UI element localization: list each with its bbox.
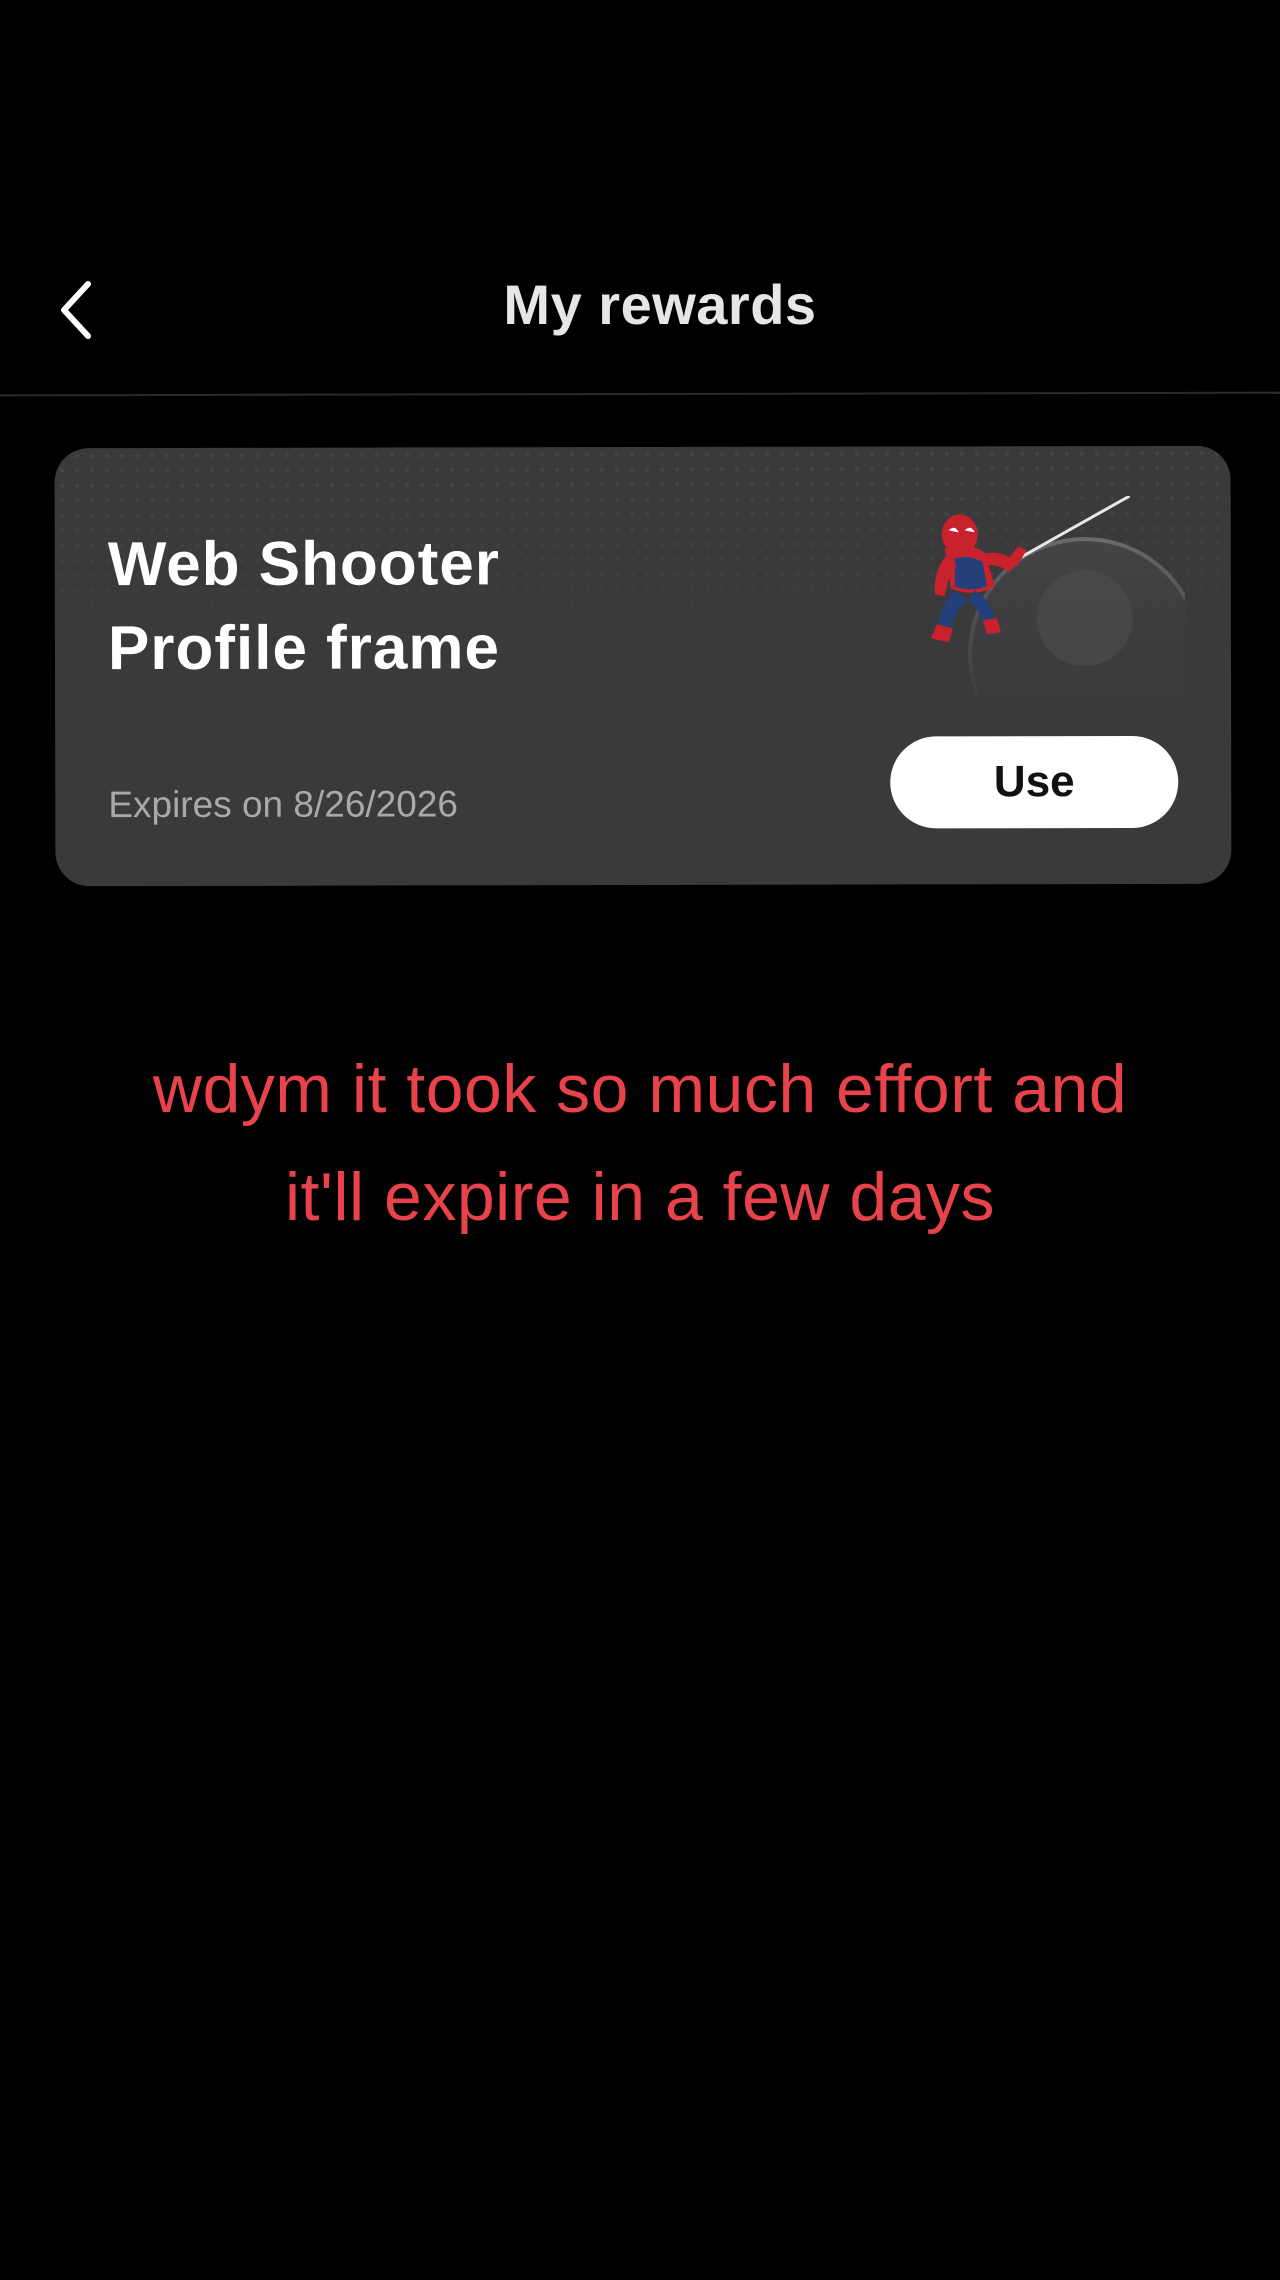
- expiry-date: Expires on 8/26/2026: [108, 783, 459, 826]
- reward-card: Web Shooter Profile frame Expires on 8/2…: [54, 445, 1232, 887]
- top-bar: My rewards: [0, 230, 1280, 380]
- use-button[interactable]: Use: [890, 735, 1179, 829]
- reward-title: Web Shooter Profile frame: [107, 529, 501, 684]
- overlay-caption: wdym it took so much effort and it'll ex…: [152, 1051, 1128, 1235]
- spider-man-profile-frame-icon: [895, 494, 1202, 772]
- header-divider: [0, 391, 1280, 397]
- page-title: My rewards: [503, 273, 817, 336]
